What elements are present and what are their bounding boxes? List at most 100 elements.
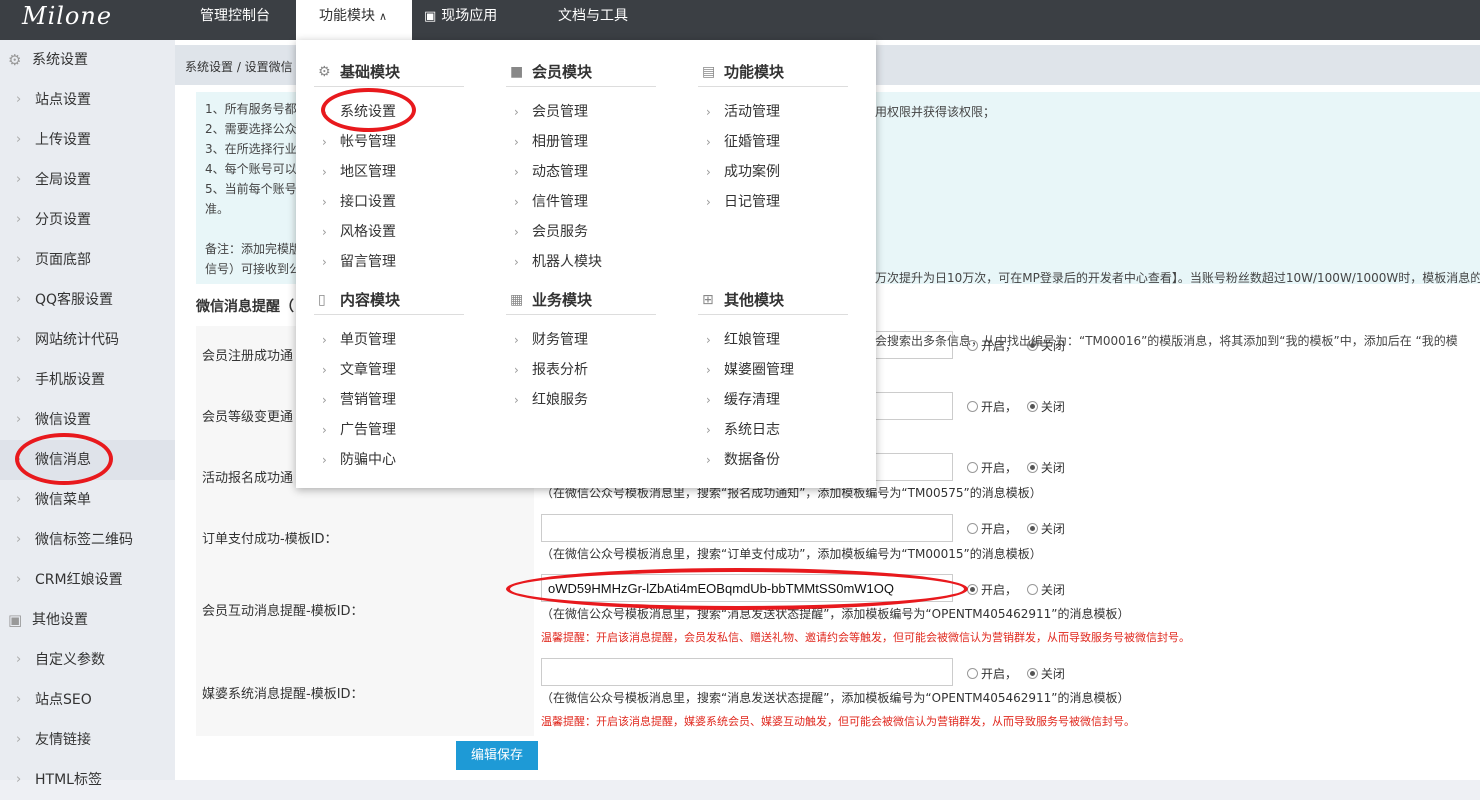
menu-item[interactable]: › 接口设置 (314, 187, 396, 217)
menu-item[interactable]: › 广告管理 (314, 415, 396, 445)
menu-item[interactable]: › 财务管理 (506, 325, 588, 355)
menu-item[interactable]: › 营销管理 (314, 385, 396, 415)
menu-item[interactable]: › 红娘服务 (506, 385, 588, 415)
sidebar-item[interactable]: › 分页设置 (0, 200, 175, 240)
menu-item[interactable]: › 防骗中心 (314, 445, 396, 475)
radio-on-icon[interactable] (967, 668, 978, 679)
chevron-right-icon: › (322, 195, 327, 209)
sidebar-item[interactable]: › 站点SEO (0, 680, 175, 720)
menu-item-label: 机器人模块 (532, 254, 602, 270)
menu-item[interactable]: › 日记管理 (698, 187, 780, 217)
logo[interactable]: Milone (22, 2, 112, 30)
sidebar-item[interactable]: › 微信菜单 (0, 480, 175, 520)
field-label: 订单支付成功-模板ID： (196, 509, 534, 570)
radio-on-icon[interactable] (967, 401, 978, 412)
chevron-up-icon: ∧ (379, 10, 388, 23)
menu-item[interactable]: › 会员管理 (506, 97, 588, 127)
sidebar-group-label: 系统设置 (32, 52, 88, 68)
radio-off-icon[interactable] (1026, 523, 1038, 534)
nav-live-apps[interactable]: ▣ 现场应用 (424, 0, 497, 40)
chevron-right-icon: › (16, 732, 22, 747)
radio-off-icon[interactable] (1026, 401, 1038, 412)
radio-off-icon[interactable] (1026, 668, 1038, 679)
radio-on-option[interactable]: 开启， (967, 583, 1017, 597)
nav-modules[interactable]: 功能模块 ∧ (296, 0, 412, 40)
menu-item[interactable]: › 风格设置 (314, 217, 396, 247)
menu-item[interactable]: › 地区管理 (314, 157, 396, 187)
sidebar-item[interactable]: › CRM红娘设置 (0, 560, 175, 600)
menu-item-label: 会员服务 (532, 224, 588, 240)
menu-item-label: 单页管理 (340, 332, 396, 348)
menu-item[interactable]: › 缓存清理 (698, 385, 780, 415)
chevron-right-icon: › (514, 393, 519, 407)
sidebar-item[interactable]: › 微信标签二维码 (0, 520, 175, 560)
menu-item[interactable]: › 数据备份 (698, 445, 780, 475)
radio-on-icon[interactable] (967, 523, 978, 534)
menu-item[interactable]: › 征婚管理 (698, 127, 780, 157)
sidebar-item-label: 站点设置 (35, 92, 91, 108)
chevron-right-icon: › (16, 212, 22, 227)
sidebar-item[interactable]: › 全局设置 (0, 160, 175, 200)
sidebar-item[interactable]: › 手机版设置 (0, 360, 175, 400)
radio-on-option[interactable]: 开启， (967, 522, 1017, 536)
sidebar-item[interactable]: › 上传设置 (0, 120, 175, 160)
sidebar-item[interactable]: › 页面底部 (0, 240, 175, 280)
template-id-input[interactable] (541, 514, 953, 542)
menu-item[interactable]: › 媒婆圈管理 (698, 355, 794, 385)
radio-off-option[interactable]: 关闭 (1026, 667, 1065, 681)
menu-item[interactable]: › 成功案例 (698, 157, 780, 187)
nav-docs-tools[interactable]: 文档与工具 (558, 0, 628, 40)
nav-console[interactable]: 管理控制台 (200, 0, 270, 40)
menu-item[interactable]: › 报表分析 (506, 355, 588, 385)
radio-on-option[interactable]: 开启， (967, 461, 1017, 475)
sidebar-item[interactable]: › 微信设置 (0, 400, 175, 440)
template-id-input[interactable] (541, 658, 953, 686)
menu-item[interactable]: › 红娘管理 (698, 325, 780, 355)
radio-off-option[interactable]: 关闭 (1026, 400, 1065, 414)
menu-item[interactable]: › 文章管理 (314, 355, 396, 385)
menu-item[interactable]: › 机器人模块 (506, 247, 602, 277)
menu-item[interactable]: › 活动管理 (698, 97, 780, 127)
menu-item-label: 数据备份 (724, 452, 780, 468)
grid-icon: ⊞ (702, 292, 714, 308)
sidebar-item[interactable]: › 友情链接 (0, 720, 175, 760)
radio-on-option[interactable]: 开启， (967, 400, 1017, 414)
radio-off-icon[interactable] (1026, 584, 1038, 595)
menu-item[interactable]: › 系统日志 (698, 415, 780, 445)
chevron-right-icon: › (16, 652, 22, 667)
radio-on-icon[interactable] (967, 584, 978, 595)
radio-off-option[interactable]: 关闭 (1026, 583, 1065, 597)
radio-on-label: 开启， (981, 400, 1018, 414)
menu-item[interactable]: › 相册管理 (506, 127, 588, 157)
menu-item-label: 报表分析 (532, 362, 588, 378)
sidebar-item-label: 友情链接 (35, 732, 91, 748)
radio-off-icon[interactable] (1026, 462, 1038, 473)
menu-item-label: 帐号管理 (340, 134, 396, 150)
radio-off-option[interactable]: 关闭 (1026, 461, 1065, 475)
chevron-right-icon: › (16, 172, 22, 187)
chevron-right-icon: › (706, 423, 711, 437)
save-button[interactable]: 编辑保存 (456, 741, 538, 770)
radio-off-option[interactable]: 关闭 (1026, 522, 1065, 536)
sidebar-item[interactable]: › 网站统计代码 (0, 320, 175, 360)
menu-item[interactable]: › 帐号管理 (314, 127, 396, 157)
sidebar-item[interactable]: › 自定义参数 (0, 640, 175, 680)
menu-item[interactable]: › 会员服务 (506, 217, 588, 247)
radio-on-option[interactable]: 开启， (967, 667, 1017, 681)
menu-item[interactable]: › 动态管理 (506, 157, 588, 187)
sidebar-item[interactable]: › QQ客服设置 (0, 280, 175, 320)
chevron-right-icon: › (514, 255, 519, 269)
menu-item[interactable]: › 信件管理 (506, 187, 588, 217)
menu-item[interactable]: › 留言管理 (314, 247, 396, 277)
sidebar-item[interactable]: › 站点设置 (0, 80, 175, 120)
radio-on-icon[interactable] (967, 462, 978, 473)
section-title: 微信消息提醒（ (196, 299, 294, 315)
sidebar-item[interactable]: › HTML标签 (0, 760, 175, 800)
radio-on-label: 开启， (981, 522, 1018, 536)
sidebar-group-other[interactable]: ▣ 其他设置 (0, 600, 175, 640)
menu-item-label: 风格设置 (340, 224, 396, 240)
gear-icon: ⚙ (8, 51, 22, 69)
menu-item[interactable]: › 单页管理 (314, 325, 396, 355)
sidebar-group-system[interactable]: ⚙ 系统设置 (0, 40, 175, 80)
menu-section-header: ⚙ 基础模块 (314, 57, 464, 87)
